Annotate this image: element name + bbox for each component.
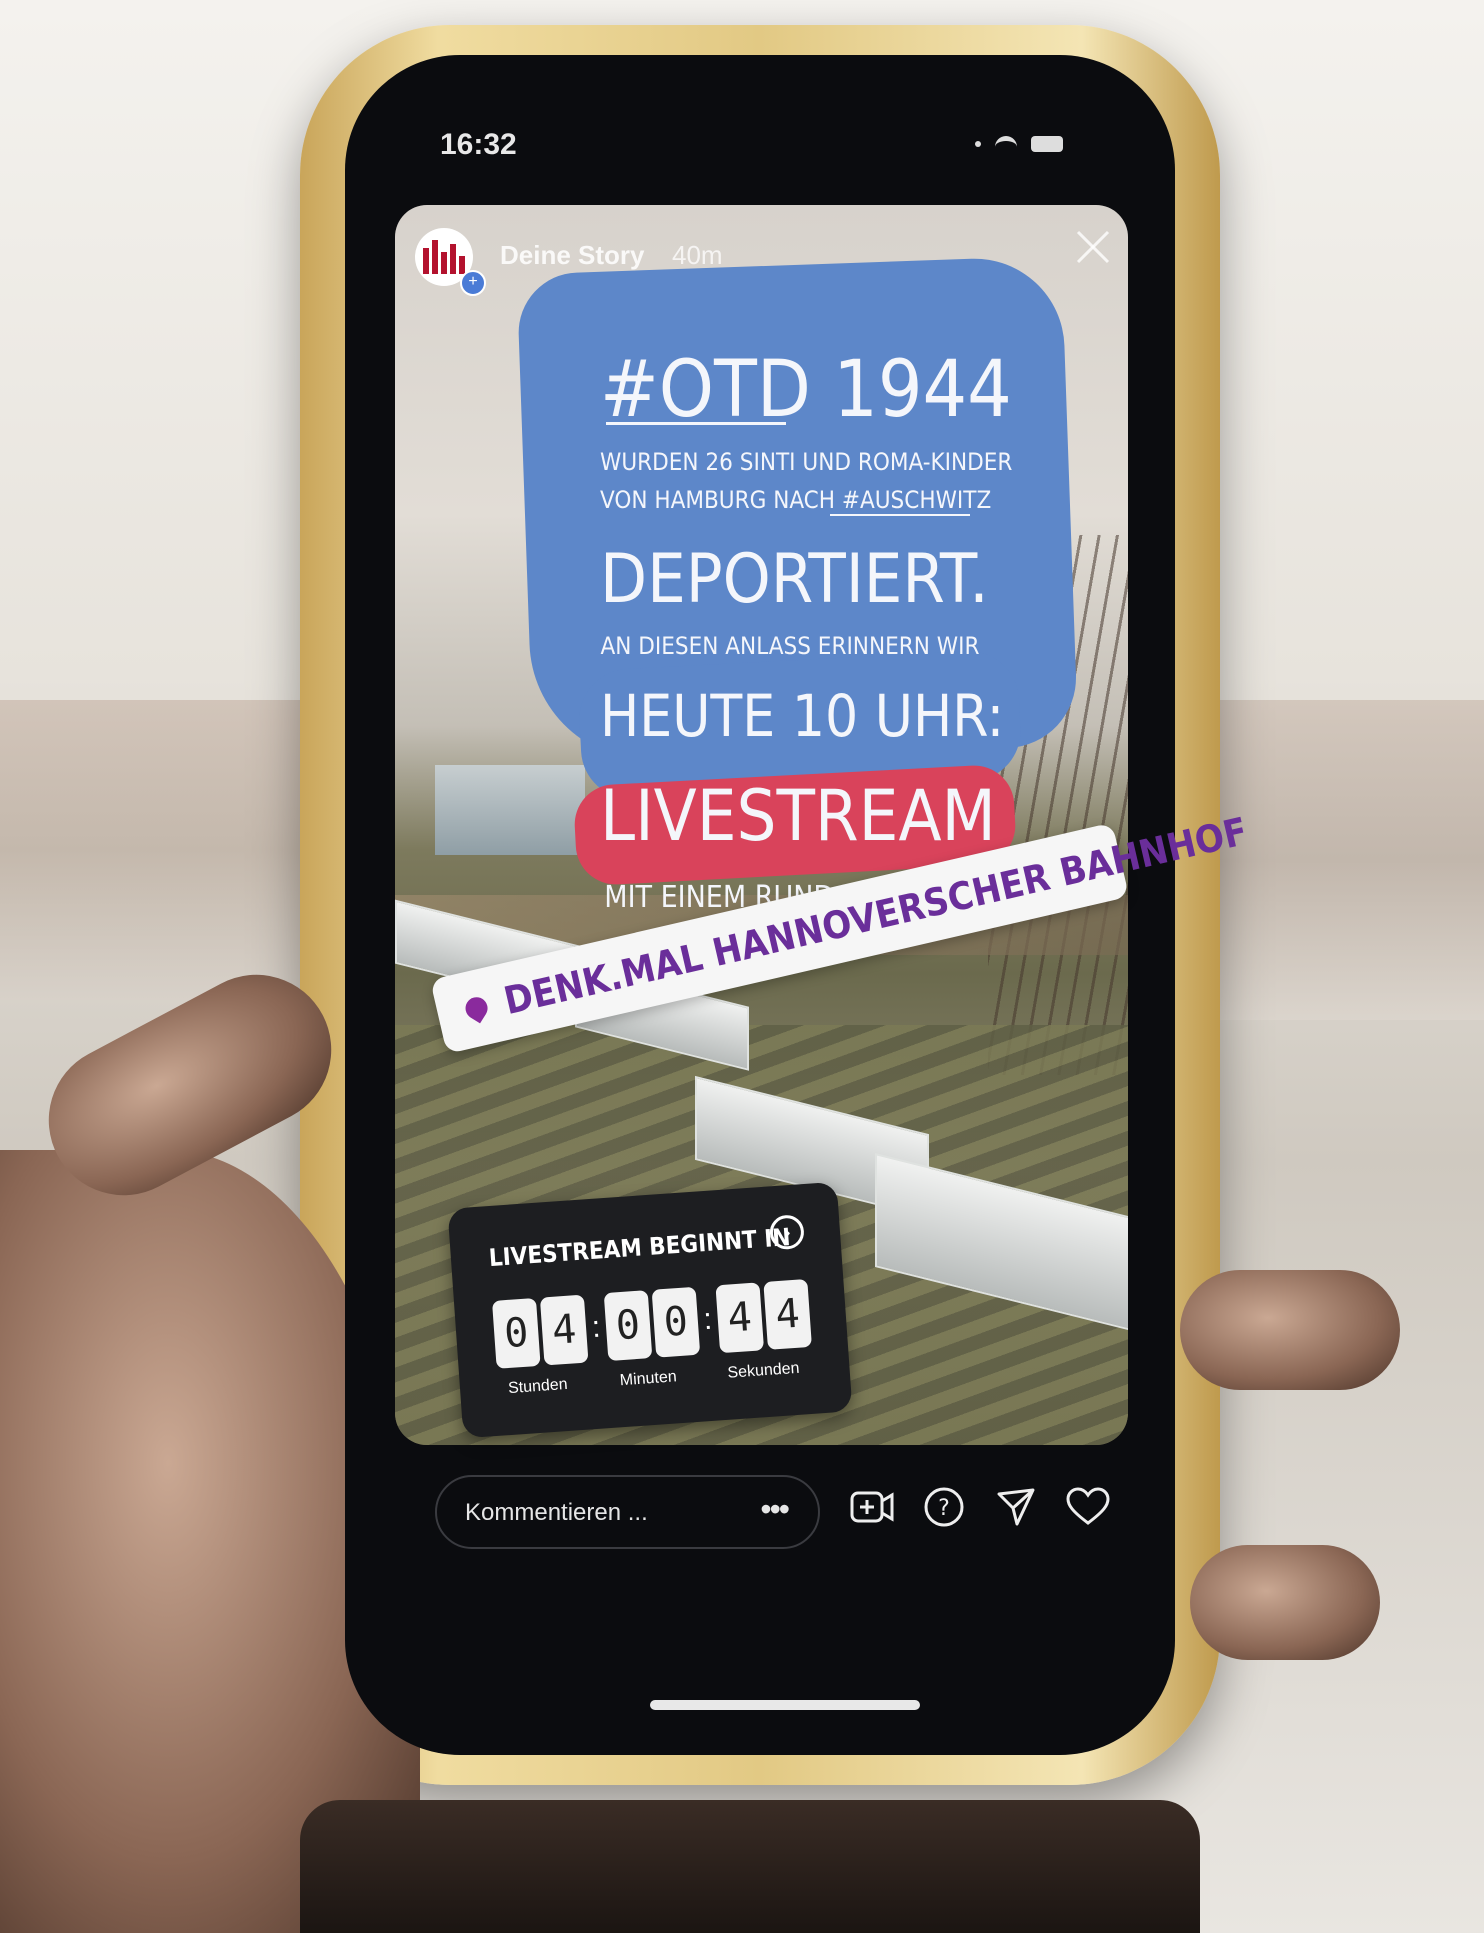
countdown-label-hours: Stunden xyxy=(507,1375,569,1398)
hand-bottom xyxy=(300,1800,1200,1933)
countdown-digit: 0 xyxy=(651,1286,701,1358)
countdown-digit: 4 xyxy=(763,1278,812,1350)
countdown-digit: 0 xyxy=(491,1297,541,1369)
background-blur-left xyxy=(0,700,330,1000)
status-icons xyxy=(975,136,1063,152)
send-icon[interactable] xyxy=(992,1483,1040,1531)
countdown-label-minutes: Minuten xyxy=(619,1368,678,1390)
story-text-line: AN DIESEN ANLASS ERINNERN WIR xyxy=(600,632,980,660)
story-building xyxy=(435,765,585,855)
svg-text:?: ? xyxy=(938,1496,950,1521)
hand-finger xyxy=(1190,1545,1380,1660)
countdown-digit: 4 xyxy=(715,1282,765,1354)
comment-placeholder: Kommentieren ... xyxy=(465,1499,648,1526)
close-icon[interactable] xyxy=(1072,226,1114,268)
story-age: 40m xyxy=(672,240,723,270)
countdown-separator: : xyxy=(702,1302,714,1337)
logo-icon xyxy=(423,240,465,274)
countdown-digits: 0 4 : 0 0 : 4 4 xyxy=(491,1278,812,1369)
story-headline: HEUTE 10 UHR: xyxy=(600,682,1005,750)
countdown-title: LIVESTREAM BEGINNT IN xyxy=(488,1223,792,1273)
hashtag-underline xyxy=(606,422,786,425)
glass-slab xyxy=(875,1152,1128,1332)
more-options-icon[interactable]: ••• xyxy=(760,1491,790,1528)
story-headline: DEPORTIERT. xyxy=(600,540,989,619)
countdown-label-seconds: Sekunden xyxy=(727,1359,801,1382)
add-video-icon[interactable] xyxy=(848,1483,896,1531)
heart-icon[interactable] xyxy=(1064,1483,1112,1531)
wifi-icon xyxy=(995,136,1017,152)
countdown-sticker[interactable]: LIVESTREAM BEGINNT IN › 0 4 : 0 0 : 4 4 … xyxy=(447,1181,853,1439)
countdown-digit: 0 xyxy=(603,1290,653,1362)
location-pin-icon xyxy=(461,993,492,1024)
hashtag-underline xyxy=(830,514,970,516)
story-text-line: WURDEN 26 SINTI UND ROMA-KINDER xyxy=(600,448,1013,476)
hand-finger xyxy=(1180,1270,1400,1390)
battery-icon xyxy=(1031,136,1063,152)
comment-input[interactable]: Kommentieren ... ••• xyxy=(435,1475,820,1549)
story-text-line: VON HAMBURG NACH #AUSCHWITZ xyxy=(600,486,992,514)
signal-icon xyxy=(975,141,981,147)
question-icon[interactable]: ? xyxy=(920,1483,968,1531)
countdown-digit: 4 xyxy=(539,1294,589,1366)
story-username[interactable]: Deine Story xyxy=(500,240,645,271)
status-time: 16:32 xyxy=(440,128,517,161)
home-indicator[interactable] xyxy=(650,1700,920,1710)
countdown-separator: : xyxy=(590,1310,602,1345)
story-headline: LIVESTREAM xyxy=(600,775,996,857)
background-blur-right xyxy=(1184,700,1484,1020)
add-story-icon[interactable]: + xyxy=(460,270,486,296)
